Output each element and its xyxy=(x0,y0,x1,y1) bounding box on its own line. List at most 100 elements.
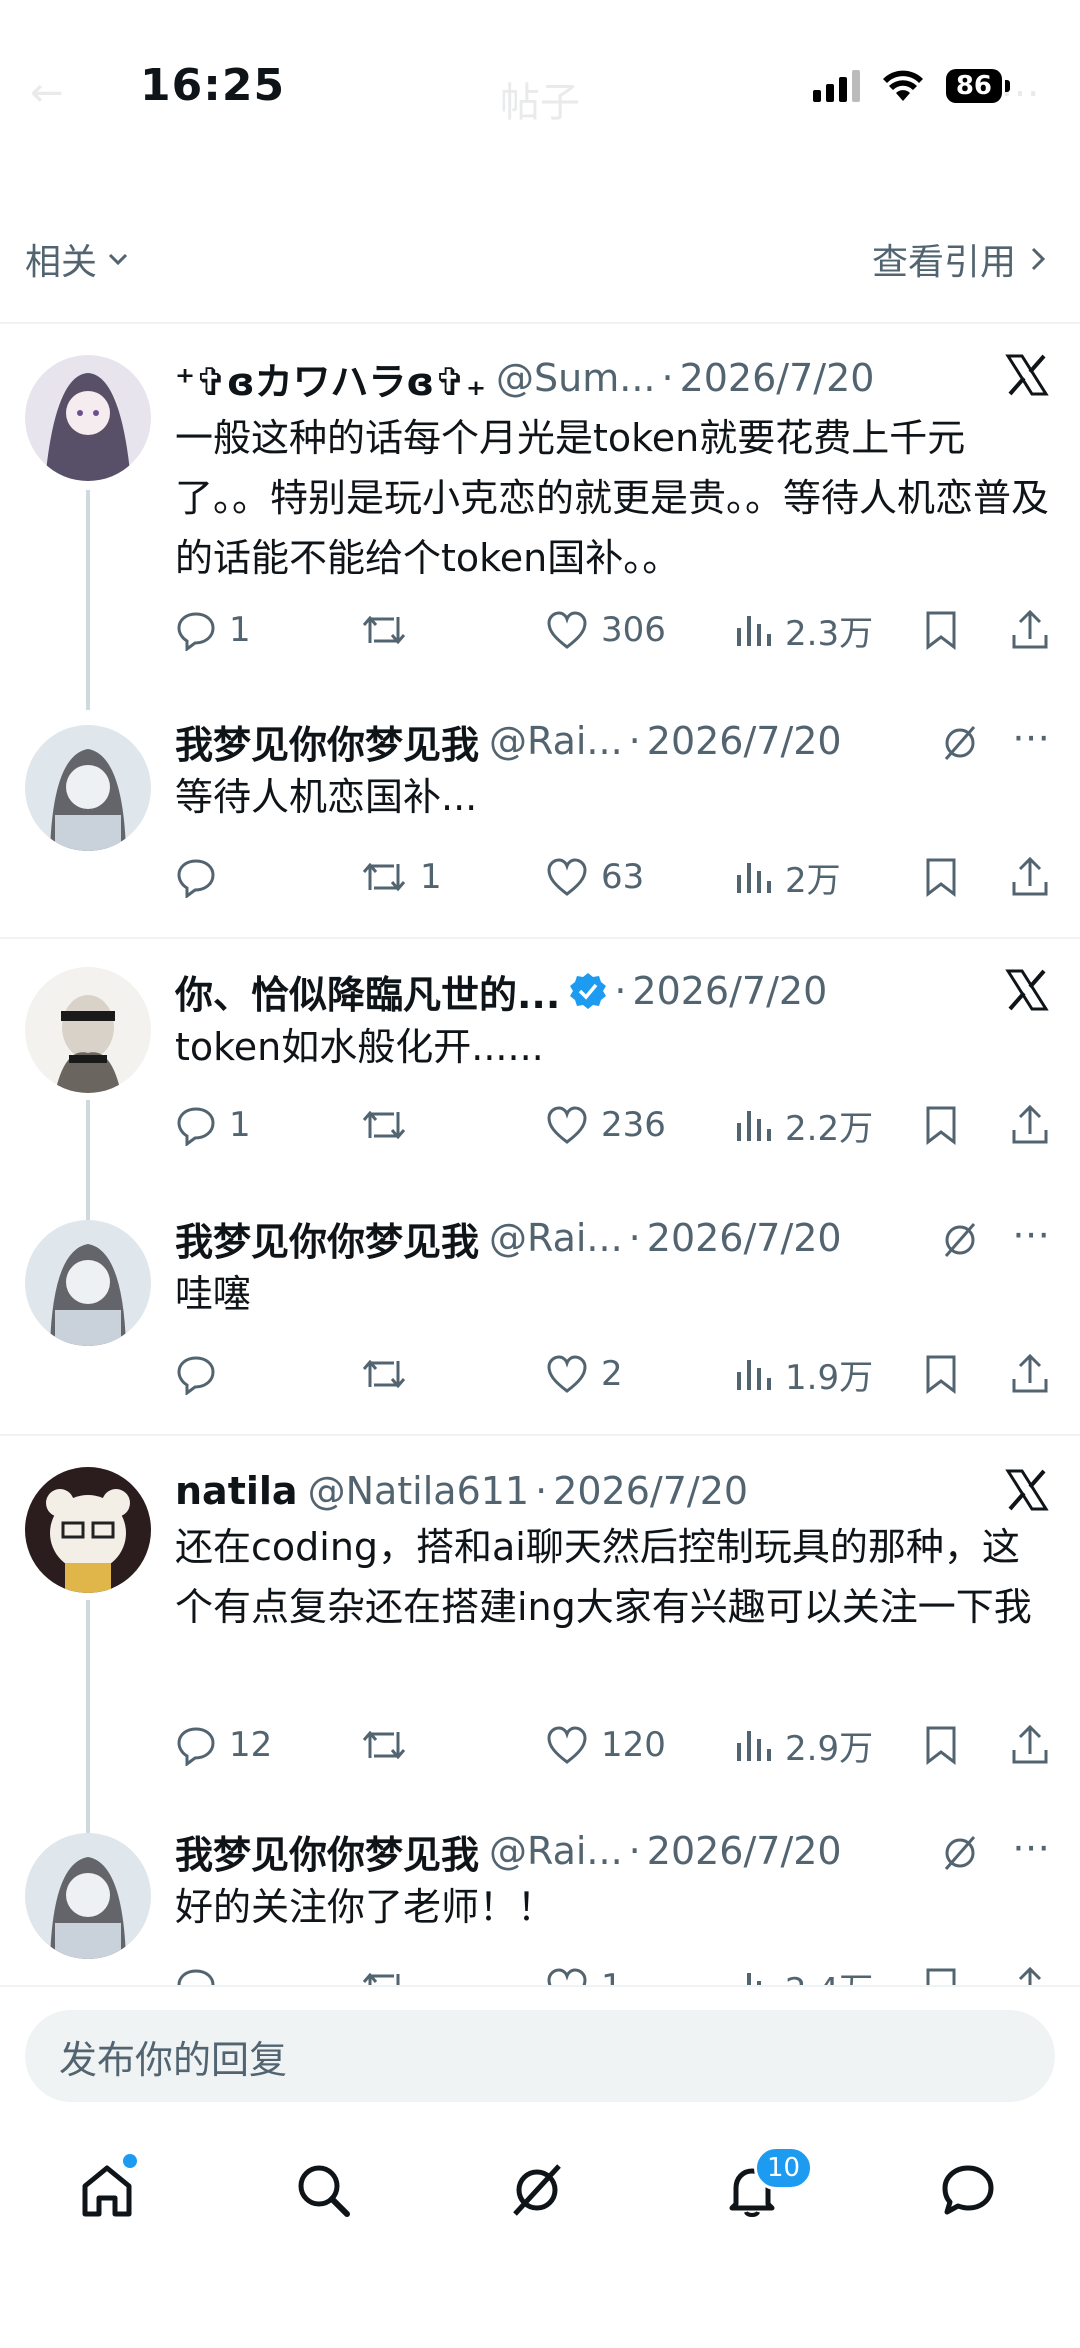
post-text: 好的关注你了老师！！ xyxy=(175,1885,556,1929)
author-handle[interactable]: @Sum... xyxy=(496,356,655,400)
x-logo-icon[interactable] xyxy=(1004,352,1050,398)
chevron-down-icon xyxy=(108,253,128,266)
post-header: 我梦见你你梦见我 @Rai... · 2026/7/20 xyxy=(175,715,1050,767)
post-text: 等待人机恋国补... xyxy=(175,775,478,819)
more-options-icon[interactable]: ⋯ xyxy=(1012,715,1050,759)
author-name[interactable]: 你、恰似降臨凡世的... xyxy=(175,964,560,1019)
avatar[interactable] xyxy=(25,1833,151,1959)
reply-button[interactable] xyxy=(175,1959,229,1985)
bookmark-button[interactable] xyxy=(923,1959,959,1985)
share-button[interactable] xyxy=(1010,849,1050,905)
like-count: 120 xyxy=(601,1725,666,1765)
author-name[interactable]: 我梦见你你梦见我 xyxy=(175,714,479,769)
retweet-button[interactable] xyxy=(360,1717,420,1773)
reply-button[interactable]: 12 xyxy=(175,1717,272,1773)
share-button[interactable] xyxy=(1010,1346,1050,1402)
nav-notifications[interactable]: 10 xyxy=(702,2140,814,2240)
share-button[interactable] xyxy=(1010,1097,1050,1153)
post-date[interactable]: 2026/7/20 xyxy=(680,356,875,400)
post-date[interactable]: 2026/7/20 xyxy=(632,969,827,1013)
reply-icon xyxy=(177,1727,215,1766)
avatar[interactable] xyxy=(25,1467,151,1593)
grok-icon[interactable] xyxy=(940,1220,980,1260)
views-button[interactable]: 1.9万 xyxy=(733,1346,873,1402)
chevron-right-icon xyxy=(1031,247,1046,271)
more-options-icon[interactable]: ⋯ xyxy=(1012,1825,1050,1869)
share-button[interactable] xyxy=(1010,602,1050,658)
faded-page-title: 帖子 xyxy=(500,80,580,126)
post-thread-3-reply[interactable]: 我梦见你你梦见我 @Rai... · 2026/7/20 ⋯ 好的关注你了老师！… xyxy=(0,1825,1080,1985)
author-name[interactable]: 我梦见你你梦见我 xyxy=(175,1211,479,1266)
bookmark-button[interactable] xyxy=(923,849,959,905)
avatar[interactable] xyxy=(25,967,151,1093)
nav-home[interactable] xyxy=(57,2140,157,2240)
like-button[interactable]: 2 xyxy=(545,1346,623,1402)
post-date[interactable]: 2026/7/20 xyxy=(647,719,842,763)
nav-grok[interactable] xyxy=(487,2140,587,2240)
reply-button[interactable]: 1 xyxy=(175,602,251,658)
bookmark-icon xyxy=(926,1355,956,1395)
view-quotes-link[interactable]: 查看引用 xyxy=(872,233,1050,285)
like-button[interactable]: 236 xyxy=(545,1097,666,1153)
views-button[interactable]: 2.3万 xyxy=(733,602,873,658)
bookmark-button[interactable] xyxy=(923,1717,959,1773)
reply-button[interactable]: 1 xyxy=(175,1097,251,1153)
author-handle[interactable]: @Rai... xyxy=(489,1829,623,1873)
author-handle[interactable]: @Natila611 xyxy=(308,1469,530,1513)
author-name[interactable]: natila xyxy=(175,1469,298,1513)
retweet-button[interactable] xyxy=(360,1959,420,1985)
retweet-button[interactable]: 1 xyxy=(360,849,442,905)
bookmark-button[interactable] xyxy=(923,1097,959,1153)
post-actions: 1 236 2.2万 xyxy=(175,1097,1050,1153)
avatar[interactable] xyxy=(25,355,151,481)
message-icon xyxy=(942,2165,994,2215)
author-handle[interactable]: @Rai... xyxy=(489,1216,623,1260)
author-name[interactable]: 我梦见你你梦见我 xyxy=(175,1825,479,1879)
bookmark-icon xyxy=(926,1106,956,1146)
nav-messages[interactable] xyxy=(918,2140,1018,2240)
avatar[interactable] xyxy=(25,725,151,851)
like-button[interactable]: 120 xyxy=(545,1717,666,1773)
bookmark-button[interactable] xyxy=(923,602,959,658)
bookmark-button[interactable] xyxy=(923,1346,959,1402)
retweet-icon xyxy=(362,1972,400,1985)
more-options-icon[interactable]: ⋯ xyxy=(1012,1212,1050,1256)
nav-search[interactable] xyxy=(273,2140,373,2240)
avatar[interactable] xyxy=(25,1220,151,1346)
reply-button[interactable] xyxy=(175,849,229,905)
x-logo-icon[interactable] xyxy=(1004,1467,1050,1513)
author-handle[interactable]: @Rai... xyxy=(489,719,623,763)
views-button[interactable]: 2.9万 xyxy=(733,1717,873,1773)
retweet-button[interactable] xyxy=(360,602,420,658)
post-header: 我梦见你你梦见我 @Rai... · 2026/7/20 xyxy=(175,1825,1050,1877)
retweet-icon xyxy=(362,1359,406,1389)
like-button[interactable]: 1 xyxy=(545,1959,623,1985)
grok-icon[interactable] xyxy=(940,723,980,763)
back-arrow-icon[interactable]: ← xyxy=(30,70,64,116)
home-icon xyxy=(82,2165,132,2217)
author-name[interactable]: ⁺✞ɞカワハラɞ✞₊ xyxy=(175,351,486,406)
post-date[interactable]: 2026/7/20 xyxy=(553,1469,748,1513)
cellular-signal-icon xyxy=(812,70,860,102)
reply-button[interactable] xyxy=(175,1346,229,1402)
views-button[interactable]: 2.2万 xyxy=(733,1097,873,1153)
grok-icon[interactable] xyxy=(940,1833,980,1873)
retweet-button[interactable] xyxy=(360,1346,420,1402)
x-logo-icon[interactable] xyxy=(1004,967,1050,1013)
post-text: 一般这种的话每个月光是token就要花费上千元了。。特别是玩小克恋的就更是贵。。… xyxy=(175,416,1050,580)
views-button[interactable]: 2万 xyxy=(733,849,841,905)
views-button[interactable]: 2.4万 xyxy=(733,1959,873,1985)
bookmark-icon xyxy=(926,858,956,898)
post-date[interactable]: 2026/7/20 xyxy=(647,1216,842,1260)
views-count: 2万 xyxy=(785,860,841,901)
divider xyxy=(0,1434,1080,1436)
like-button[interactable]: 63 xyxy=(545,849,644,905)
reply-input[interactable]: 发布你的回复 xyxy=(25,2010,1055,2102)
share-button[interactable] xyxy=(1010,1959,1050,1985)
share-button[interactable] xyxy=(1010,1717,1050,1773)
post-date[interactable]: 2026/7/20 xyxy=(647,1829,842,1873)
retweet-button[interactable] xyxy=(360,1097,420,1153)
like-button[interactable]: 306 xyxy=(545,602,666,658)
relevance-filter[interactable]: 相关 xyxy=(25,233,131,285)
heart-icon xyxy=(547,858,587,896)
